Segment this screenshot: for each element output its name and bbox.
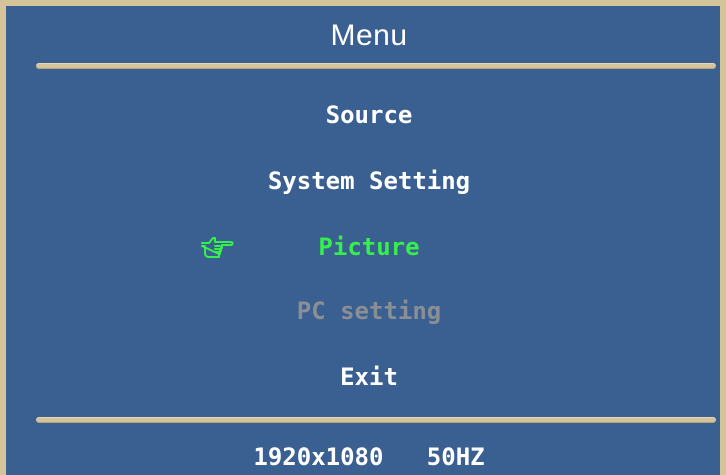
- refresh-rate-value: 50HZ: [426, 443, 485, 471]
- menu-item-exit[interactable]: Exit: [6, 360, 726, 394]
- top-divider: [36, 63, 716, 69]
- menu-title: Menu: [330, 19, 408, 52]
- menu-item-system-setting[interactable]: System Setting: [6, 164, 726, 198]
- menu-item-pc-setting: PC setting: [296, 297, 442, 325]
- resolution-value: 1920x1080: [253, 443, 384, 471]
- status-bar: 1920x1080 50HZ: [6, 440, 726, 474]
- menu-item-picture[interactable]: Picture: [6, 230, 726, 264]
- bottom-divider: [36, 417, 716, 423]
- osd-window: Menu Source System Setting Picture PC se…: [0, 0, 726, 475]
- menu-item-source[interactable]: Source: [6, 98, 726, 132]
